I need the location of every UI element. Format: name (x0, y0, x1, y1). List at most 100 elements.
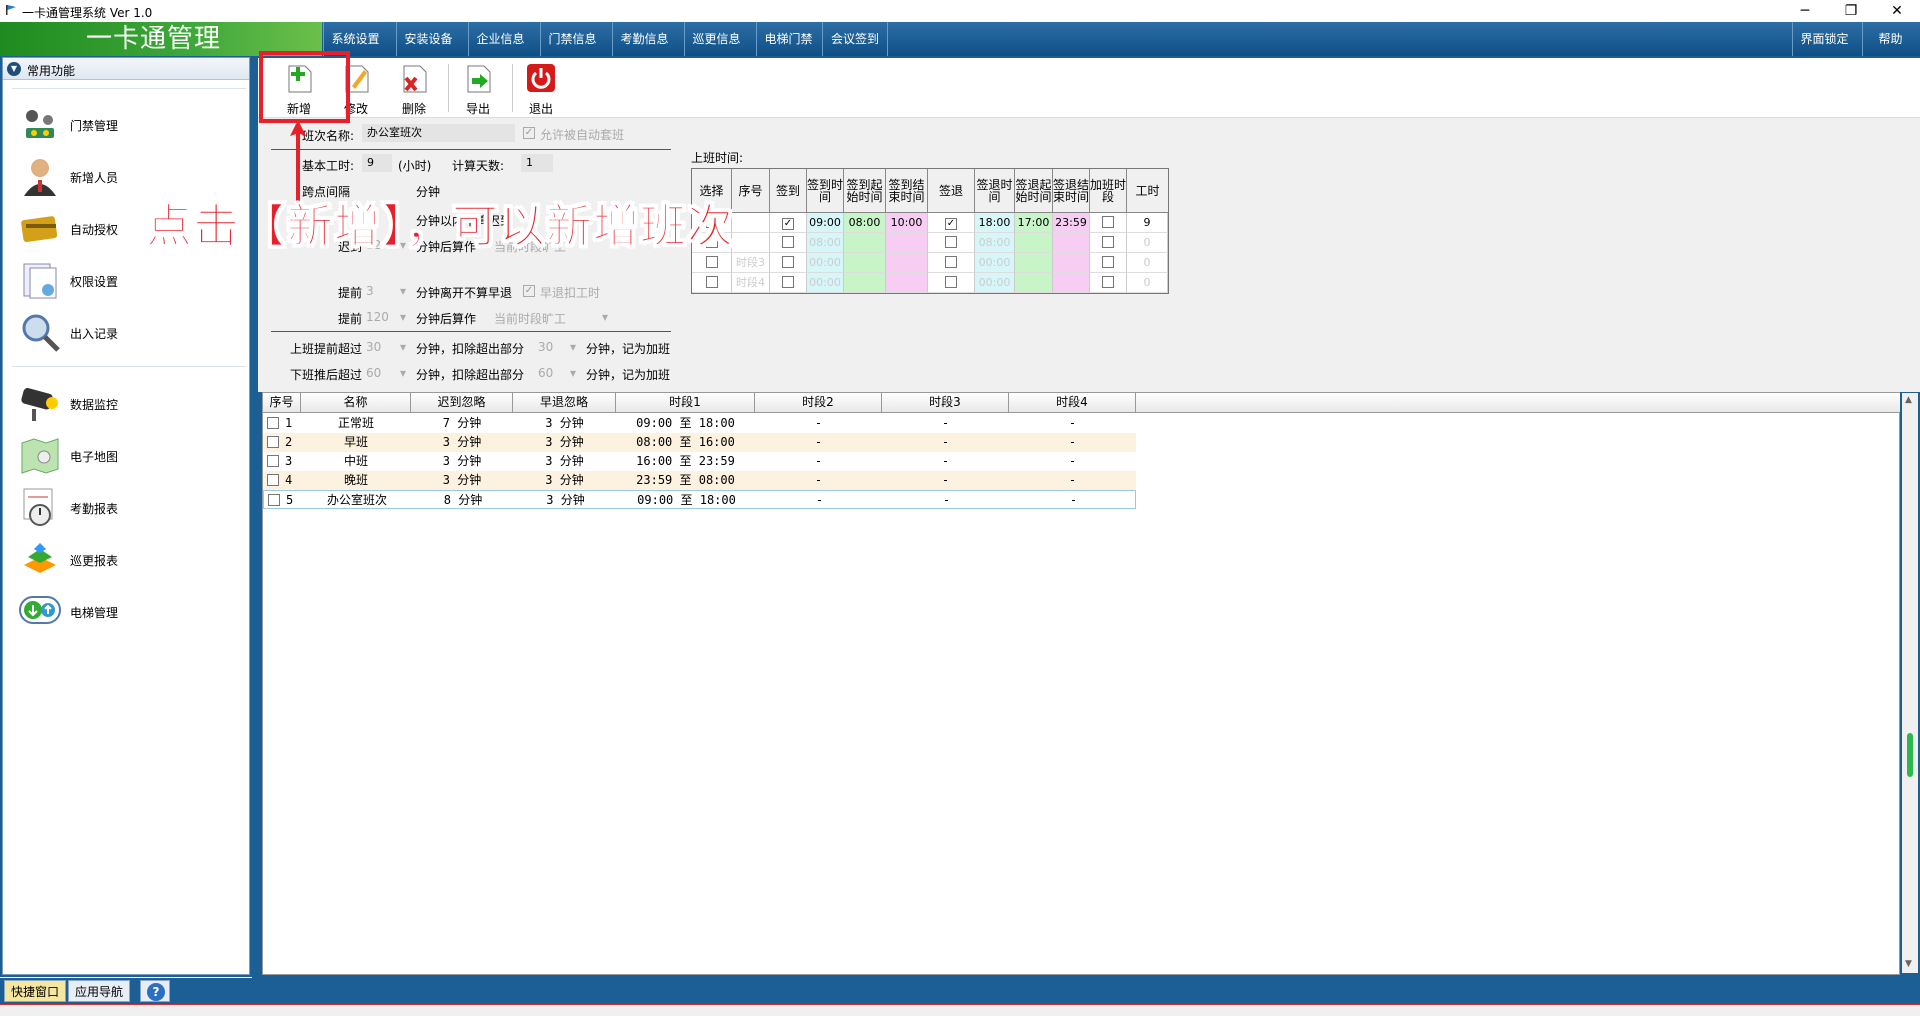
ot-after-dropdown-icon[interactable]: ▾ (400, 366, 406, 380)
grid-cell-hours[interactable]: 9 (1127, 213, 1168, 233)
nav-patrol-report[interactable]: 巡更报表 (18, 537, 238, 583)
grid-checkbox[interactable] (945, 276, 957, 288)
ot-after-field[interactable]: 60 (366, 366, 381, 380)
ot-after-field-2[interactable]: 60 (538, 366, 553, 380)
column-header[interactable]: 序号 (263, 393, 301, 413)
row-checkbox[interactable] (267, 417, 279, 429)
grid-checkbox[interactable]: ✓ (782, 218, 794, 230)
help-tab[interactable]: ? (140, 980, 170, 1002)
grid-cell-in-time[interactable]: 00:00 (807, 253, 844, 273)
grid-cell-in-start[interactable] (844, 273, 886, 293)
calc-days-field[interactable]: 1 (521, 154, 553, 172)
delete-button[interactable]: 删除 (388, 60, 440, 118)
grid-checkbox[interactable] (1102, 256, 1114, 268)
grid-cell-hours[interactable]: 0 (1127, 253, 1168, 273)
nav-access-control[interactable]: 门禁管理 (18, 102, 238, 148)
grid-cell-in-end[interactable] (886, 233, 928, 253)
column-header[interactable]: 时段4 (1009, 393, 1136, 413)
grid-cell-out-start[interactable] (1015, 253, 1053, 273)
grid-cell-in-start[interactable] (844, 253, 886, 273)
grid-checkbox[interactable] (705, 276, 718, 288)
early2-minutes-field[interactable]: 120 (366, 310, 389, 324)
grid-cell-out-end[interactable] (1053, 273, 1090, 293)
nav-e-map[interactable]: 电子地图 (18, 433, 238, 479)
column-header[interactable]: 早退忽略 (513, 393, 616, 413)
grid-cell-out-end[interactable] (1053, 233, 1090, 253)
grid-cell-in-start[interactable]: 08:00 (844, 213, 886, 233)
column-header[interactable]: 时段2 (755, 393, 882, 413)
ot-before-dropdown-2-icon[interactable]: ▾ (570, 340, 576, 354)
menu-elevator-access[interactable]: 电梯门禁 (756, 22, 820, 56)
vertical-scrollbar[interactable]: ▲ ▼ (1902, 393, 1918, 973)
scroll-down-icon[interactable]: ▼ (1905, 959, 1912, 969)
grid-cell-out-end[interactable]: 23:59 (1053, 213, 1090, 233)
column-header[interactable]: 时段1 (616, 393, 755, 413)
grid-cell-in-end[interactable] (886, 253, 928, 273)
grid-cell-out-start[interactable]: 17:00 (1015, 213, 1053, 233)
restore-button[interactable]: ❐ (1828, 0, 1874, 22)
grid-cell-out-time[interactable]: 00:00 (975, 273, 1015, 293)
menu-access-info[interactable]: 门禁信息 (540, 22, 604, 56)
auto-shift-checkbox[interactable]: ✓ (523, 127, 535, 139)
column-header[interactable]: 时段3 (882, 393, 1009, 413)
grid-cell-out-start[interactable] (1015, 273, 1053, 293)
shift-name-field[interactable]: 办公室班次 (362, 124, 515, 142)
grid-cell-in-time[interactable]: 09:00 (807, 213, 844, 233)
menu-patrol-info[interactable]: 巡更信息 (684, 22, 748, 56)
row-checkbox[interactable] (267, 436, 279, 448)
table-row[interactable]: 5 办公室班次 8 分钟 3 分钟 09:00 至 18:00 - - - (263, 490, 1136, 509)
grid-checkbox[interactable] (782, 256, 794, 268)
nav-access-records[interactable]: 出入记录 (18, 310, 238, 356)
grid-checkbox[interactable] (945, 236, 957, 248)
grid-checkbox[interactable] (1102, 216, 1114, 228)
work-hours-field[interactable]: 9 (362, 154, 392, 172)
close-button[interactable]: ✕ (1874, 0, 1920, 22)
row-checkbox[interactable] (268, 494, 280, 506)
menu-meeting-checkin[interactable]: 会议签到 (822, 22, 888, 56)
grid-cell-in-time[interactable]: 00:00 (807, 273, 844, 293)
early-dropdown-icon[interactable]: ▾ (400, 284, 406, 298)
grid-cell-no[interactable] (732, 213, 770, 233)
row-checkbox[interactable] (267, 455, 279, 467)
nav-elevator-management[interactable]: 电梯管理 (18, 589, 238, 635)
menu-help[interactable]: 帮助 (1862, 22, 1918, 56)
grid-checkbox[interactable] (782, 276, 794, 288)
early-deduct-checkbox[interactable]: ✓ (523, 285, 535, 297)
nav-attendance-report[interactable]: 考勤报表 (18, 485, 238, 531)
table-row[interactable]: 4 晚班 3 分钟 3 分钟 23:59 至 08:00 - - - (263, 471, 1136, 490)
tab-quick-window[interactable]: 快捷窗口 (4, 980, 66, 1002)
grid-cell-no[interactable]: 时段4 (732, 273, 770, 293)
table-row[interactable]: 2 早班 3 分钟 3 分钟 08:00 至 16:00 - - - (263, 433, 1136, 452)
grid-checkbox[interactable]: ✓ (945, 218, 957, 230)
grid-cell-in-end[interactable] (886, 273, 928, 293)
grid-cell-in-time[interactable]: 08:00 (807, 233, 844, 253)
column-header[interactable]: 迟到忽略 (411, 393, 513, 413)
nav-permission-settings[interactable]: 权限设置 (18, 258, 238, 304)
nav-data-monitor[interactable]: 数据监控 (18, 381, 238, 427)
menu-install-devices[interactable]: 安装设备 (396, 22, 460, 56)
early-minutes-field[interactable]: 3 (366, 284, 374, 298)
grid-cell-no[interactable]: 时段3 (732, 253, 770, 273)
table-row[interactable]: 1 正常班 7 分钟 3 分钟 09:00 至 18:00 - - - (263, 414, 1136, 433)
grid-cell-out-time[interactable]: 18:00 (975, 213, 1015, 233)
grid-checkbox[interactable] (945, 256, 957, 268)
grid-cell-out-time[interactable]: 00:00 (975, 253, 1015, 273)
grid-checkbox[interactable] (1102, 276, 1114, 288)
grid-cell-out-end[interactable] (1053, 253, 1090, 273)
export-button[interactable]: 导出 (452, 60, 504, 118)
minimize-button[interactable]: ─ (1782, 0, 1828, 22)
exit-button[interactable]: 退出 (515, 60, 567, 118)
ot-before-field-2[interactable]: 30 (538, 340, 553, 354)
grid-cell-no[interactable] (732, 233, 770, 253)
grid-checkbox[interactable] (782, 236, 794, 248)
scroll-up-icon[interactable]: ▲ (1905, 395, 1912, 405)
menu-lock-screen[interactable]: 界面锁定 (1792, 22, 1856, 56)
ot-after-dropdown-2-icon[interactable]: ▾ (570, 366, 576, 380)
menu-attendance-info[interactable]: 考勤信息 (612, 22, 676, 56)
grid-cell-hours[interactable]: 0 (1127, 273, 1168, 293)
menu-company-info[interactable]: 企业信息 (468, 22, 532, 56)
ot-before-dropdown-icon[interactable]: ▾ (400, 340, 406, 354)
grid-cell-in-end[interactable]: 10:00 (886, 213, 928, 233)
table-row[interactable]: 3 中班 3 分钟 3 分钟 16:00 至 23:59 - - - (263, 452, 1136, 471)
grid-cell-out-start[interactable] (1015, 233, 1053, 253)
